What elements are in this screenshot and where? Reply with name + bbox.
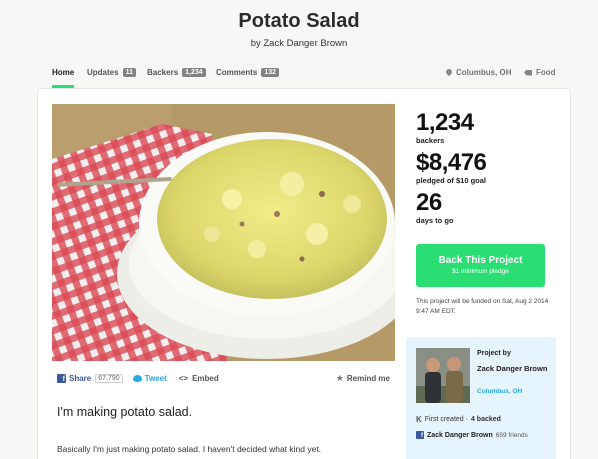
facebook-friends: 659 friends xyxy=(495,431,528,439)
tab-backers-label: Backers xyxy=(147,68,179,77)
project-stats: 1,234 backers $8,476 pledged of $10 goal… xyxy=(416,110,556,226)
creator-photo xyxy=(416,348,470,403)
facebook-name[interactable]: Zack Danger Brown xyxy=(427,432,493,439)
creator-location[interactable]: Columbus, OH xyxy=(477,388,522,395)
embed-icon[interactable]: <> xyxy=(179,374,188,383)
tab-home-label: Home xyxy=(52,68,75,77)
back-this-project-button[interactable]: Back This Project $1 minimum pledge xyxy=(416,244,545,287)
star-icon: ★ xyxy=(335,372,344,383)
description-heading: I'm making potato salad. xyxy=(57,405,193,419)
tag-icon xyxy=(524,69,532,76)
facebook-share-button[interactable]: Share xyxy=(69,374,91,383)
first-created-label: First created · xyxy=(424,416,468,423)
minimum-pledge-label: $1 minimum pledge xyxy=(452,268,509,275)
project-video[interactable] xyxy=(52,104,395,361)
description-body: Basically I'm just making potato salad. … xyxy=(57,444,322,454)
category-label: Food xyxy=(536,68,556,77)
location-label: Columbus, OH xyxy=(456,68,512,77)
tab-comments[interactable]: Comments 132 xyxy=(216,68,280,77)
backers-count: 1,234 xyxy=(416,109,474,136)
comments-count-badge: 132 xyxy=(261,68,280,77)
share-count: 67,790 xyxy=(95,373,123,383)
tab-updates[interactable]: Updates 11 xyxy=(87,68,136,77)
location-pin-icon xyxy=(446,69,452,77)
days-to-go: 26 xyxy=(416,189,442,216)
backers-count-badge: 1,234 xyxy=(182,68,206,77)
tab-comments-label: Comments xyxy=(216,68,258,77)
location-link[interactable]: Columbus, OH xyxy=(446,68,512,77)
creator-panel: Project by Zack Danger Brown Columbus, O… xyxy=(406,337,556,459)
project-byline[interactable]: by Zack Danger Brown xyxy=(0,38,598,49)
remind-me-label: Remind me xyxy=(346,373,390,383)
pledged-amount: $8,476 xyxy=(416,149,487,176)
backers-label: backers xyxy=(416,136,445,145)
tweet-button[interactable]: Tweet xyxy=(145,374,167,383)
creator-facebook: f Zack Danger Brown 659 friends xyxy=(416,431,528,439)
remind-me-button[interactable]: ★ Remind me xyxy=(336,373,390,384)
category-link[interactable]: Food xyxy=(524,68,556,77)
twitter-icon[interactable] xyxy=(132,374,142,382)
avatar[interactable] xyxy=(416,348,470,403)
creator-name[interactable]: Zack Danger Brown xyxy=(477,364,549,374)
embed-button[interactable]: Embed xyxy=(192,374,219,383)
project-title: Potato Salad xyxy=(238,10,360,32)
project-by-label: Project by xyxy=(477,350,511,357)
tab-backers[interactable]: Backers 1,234 xyxy=(147,68,206,77)
funding-note: This project will be funded on Sat, Aug … xyxy=(416,298,549,315)
potato-salad-image xyxy=(52,104,395,361)
updates-count-badge: 11 xyxy=(122,68,136,77)
kickstarter-icon: K xyxy=(416,415,422,424)
backed-count[interactable]: 4 backed xyxy=(471,416,501,423)
tab-updates-label: Updates xyxy=(87,68,119,77)
project-nav: Home Updates 11 Backers 1,234 Comments 1… xyxy=(52,68,556,88)
tab-home[interactable]: Home xyxy=(52,68,74,77)
facebook-icon[interactable]: f xyxy=(57,373,66,383)
back-button-label: Back This Project xyxy=(438,255,523,266)
pledged-label: pledged of $10 goal xyxy=(416,176,487,185)
share-bar: f Share 67,790 Tweet <> Embed ★ Remind m… xyxy=(57,371,390,385)
days-label: days to go xyxy=(416,216,454,225)
facebook-icon: f xyxy=(416,431,424,439)
creator-history: K First created · 4 backed xyxy=(416,415,501,424)
